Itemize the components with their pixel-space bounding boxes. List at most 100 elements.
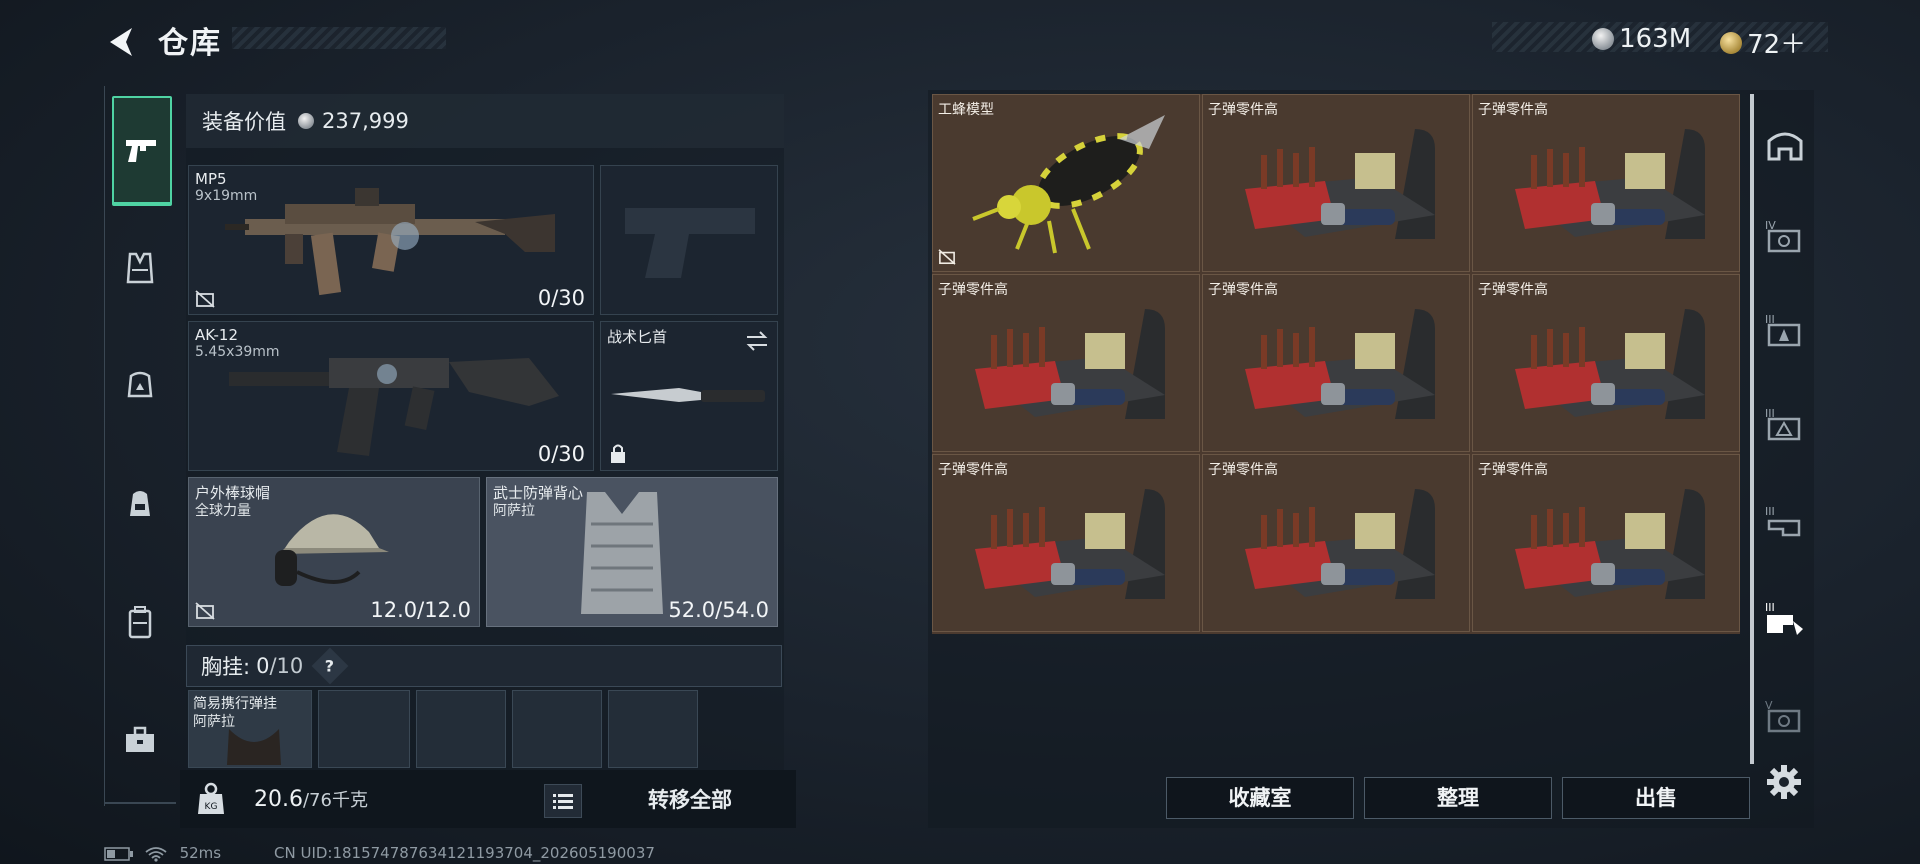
svg-text:III: III — [1765, 601, 1775, 614]
case-icon — [128, 606, 152, 639]
gold-currency[interactable]: 72＋ — [1720, 24, 1806, 61]
chest-rig-slot-1[interactable] — [318, 690, 410, 768]
ammo-parts-image — [975, 489, 1165, 599]
scroll-indicator[interactable] — [1750, 94, 1754, 764]
filter-tier-iv[interactable]: IV — [1758, 210, 1812, 264]
helmet-slot[interactable]: 户外棒球帽 全球力量 12.0/12.0 — [188, 477, 480, 627]
filter-helmet[interactable] — [1758, 118, 1812, 172]
no-insurance-icon — [195, 290, 215, 308]
storage-item-ammo-parts[interactable]: 子弹零件高 — [1202, 454, 1470, 632]
silver-coin-icon — [1592, 28, 1614, 50]
page-title: 仓库 — [158, 26, 222, 61]
equipment-value-bar: 装备价值 237,999 — [186, 94, 784, 148]
ping-value: 52ms — [179, 844, 222, 862]
tier-i-filter-icon: III — [1765, 505, 1801, 537]
storage-item-label: 子弹零件高 — [938, 462, 1008, 478]
network-status: 52ms — [104, 844, 221, 862]
helmet-icon — [127, 371, 153, 398]
chest-rig-slot-3[interactable] — [512, 690, 602, 768]
filter-tier-ii[interactable]: III — [1758, 398, 1812, 452]
back-arrow-icon[interactable] — [104, 24, 140, 60]
melee-slot[interactable]: 战术匕首 — [600, 321, 778, 471]
chest-rig-label: 胸挂: — [201, 655, 251, 679]
sidebar-item-weapons[interactable] — [112, 96, 172, 206]
settings-gear-icon[interactable] — [1764, 762, 1804, 802]
storage-item-label: 子弹零件高 — [1208, 282, 1278, 298]
filter-tier-iii-a[interactable]: III — [1758, 304, 1812, 358]
chest-rig-item[interactable]: 简易携行弹挂 阿萨拉 — [188, 690, 312, 768]
storage-item-ammo-parts[interactable]: 子弹零件高 — [932, 274, 1200, 452]
storage-item-label: 子弹零件高 — [1208, 462, 1278, 478]
tier-ii-filter-icon: III — [1765, 407, 1801, 441]
ammo-parts-image — [1245, 489, 1435, 599]
melee-name: 战术匕首 — [607, 328, 668, 346]
filter-tier-v[interactable]: V — [1758, 690, 1812, 744]
knife-image — [611, 388, 765, 402]
transfer-all-button[interactable]: 转移全部 — [620, 784, 760, 816]
list-button[interactable] — [544, 784, 582, 818]
list-icon — [553, 794, 573, 809]
no-insurance-icon — [195, 602, 215, 620]
gold-amount: 72＋ — [1747, 30, 1807, 60]
backpack-icon — [130, 491, 150, 516]
ammo-parts-image — [1245, 309, 1435, 419]
swap-icon[interactable] — [745, 330, 769, 352]
ammo-parts-image — [975, 309, 1165, 419]
storage-item-ammo-parts[interactable]: 子弹零件高 — [1472, 94, 1740, 272]
storage-item-ammo-parts[interactable]: 子弹零件高 — [932, 454, 1200, 632]
tier-iv-filter-icon: IV — [1765, 219, 1801, 253]
storage-item-ammo-parts[interactable]: 子弹零件高 — [1472, 274, 1740, 452]
sidebar-item-case[interactable] — [112, 594, 168, 650]
silver-currency[interactable]: 163M — [1592, 24, 1691, 54]
title-decoration — [232, 27, 446, 49]
sidebar-item-armor[interactable] — [112, 240, 168, 296]
ammo-count: 0/30 — [537, 442, 585, 466]
organize-button[interactable]: 整理 — [1364, 777, 1552, 819]
user-uid: CN UID:1815747876341211937​04_2026051900… — [274, 844, 655, 862]
toolbox-icon — [126, 726, 154, 752]
battery-icon — [104, 846, 133, 861]
gold-coin-icon — [1720, 31, 1742, 54]
storage-item-ammo-parts[interactable]: 子弹零件高 — [1202, 274, 1470, 452]
tier-i-hand-filter-icon: III — [1765, 601, 1803, 635]
chest-rig-slot-2[interactable] — [416, 690, 506, 768]
filter-tier-i-hand[interactable]: III — [1758, 592, 1812, 646]
pistol-icon — [126, 140, 156, 162]
lock-icon — [611, 444, 625, 463]
chest-rig-header: 胸挂: 0 /10 ? — [186, 645, 782, 687]
storage-item-ammo-parts[interactable]: 子弹零件高 — [1472, 454, 1740, 632]
storage-item-ammo-parts[interactable]: 子弹零件高 — [1202, 94, 1470, 272]
secondary-weapon-slot[interactable]: AK-12 5.45x39mm 0/30 — [188, 321, 594, 471]
no-insurance-icon — [938, 249, 956, 265]
equipment-value: 237,999 — [322, 109, 409, 133]
armor-slot[interactable]: 武士防弹背心 阿萨拉 52.0/54.0 — [486, 477, 778, 627]
armor-brand: 阿萨拉 — [493, 503, 535, 519]
tier-v-filter-icon: V — [1765, 699, 1801, 733]
sidebar-item-toolbox[interactable] — [112, 712, 168, 768]
storage-item-label: 子弹零件高 — [1478, 462, 1548, 478]
chest-rig-slot-4[interactable] — [608, 690, 698, 768]
collection-room-button[interactable]: 收藏室 — [1166, 777, 1354, 819]
sidebar-item-helmet[interactable] — [112, 358, 168, 414]
ak12-image — [229, 358, 559, 456]
ammo-parts-image — [1515, 489, 1705, 599]
helmet-brand: 全球力量 — [195, 503, 251, 519]
equipment-value-label: 装备价值 — [202, 110, 286, 134]
sell-button[interactable]: 出售 — [1562, 777, 1750, 819]
cap-image — [275, 514, 389, 586]
ammo-count: 0/30 — [537, 286, 585, 310]
silver-coin-icon — [298, 113, 314, 129]
primary-weapon-slot[interactable]: MP5 9x19mm 0/30 — [188, 165, 594, 315]
storage-item-label: 工蜂模型 — [938, 102, 994, 118]
tier-iii-filter-icon: III — [1765, 313, 1801, 347]
sidearm-slot[interactable] — [600, 165, 778, 315]
sidebar-divider — [104, 802, 176, 804]
helmet-filter-icon — [1767, 132, 1803, 161]
chest-rig-used: 0 — [256, 654, 270, 678]
filter-tier-i[interactable]: III — [1758, 496, 1812, 550]
weight-total: /76千克 — [302, 790, 368, 811]
storage-item-wasp-model[interactable]: 工蜂模型 — [932, 94, 1200, 272]
sidebar-item-backpack[interactable] — [112, 476, 168, 532]
svg-text:III: III — [1765, 505, 1775, 518]
help-icon[interactable]: ? — [311, 647, 349, 685]
